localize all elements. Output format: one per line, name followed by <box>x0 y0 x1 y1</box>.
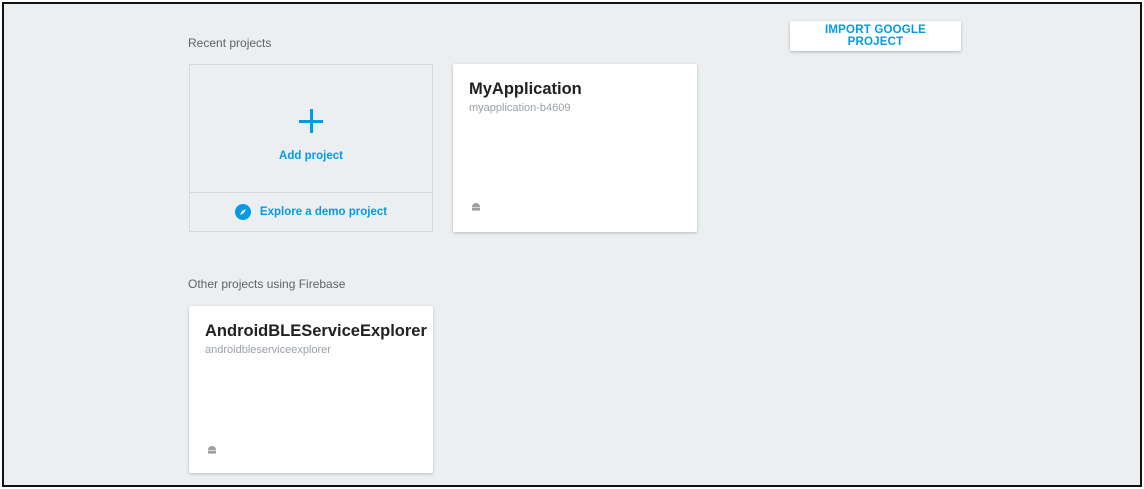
project-card-androidbleserviceexplorer[interactable]: AndroidBLEServiceExplorer androidbleserv… <box>189 306 433 473</box>
project-name: MyApplication <box>469 80 582 98</box>
android-icon <box>208 446 216 454</box>
add-project-label: Add project <box>279 150 343 162</box>
project-name: AndroidBLEServiceExplorer <box>205 322 427 340</box>
firebase-console-projects: Recent projects IMPORT GOOGLE PROJECT Ad… <box>2 2 1142 487</box>
android-icon <box>472 203 480 211</box>
add-project-card: Add project Explore a demo project <box>189 64 433 232</box>
project-id: myapplication-b4609 <box>469 102 571 114</box>
other-projects-heading: Other projects using Firebase <box>188 277 346 291</box>
add-project-button[interactable]: Add project <box>190 65 432 192</box>
plus-icon <box>299 109 323 133</box>
explore-demo-project-link[interactable]: Explore a demo project <box>190 193 432 231</box>
recent-projects-heading: Recent projects <box>188 36 272 50</box>
project-id: androidbleserviceexplorer <box>205 344 331 356</box>
explore-demo-label: Explore a demo project <box>259 206 388 218</box>
import-google-project-button[interactable]: IMPORT GOOGLE PROJECT <box>790 21 961 51</box>
project-card-myapplication[interactable]: MyApplication myapplication-b4609 <box>453 64 697 232</box>
compass-icon <box>234 204 251 220</box>
